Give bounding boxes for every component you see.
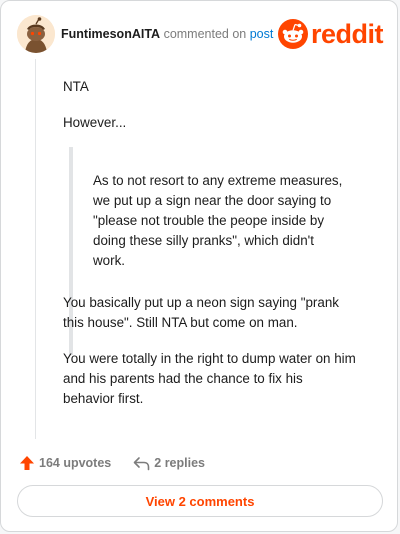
quote-line: we put up a sign near the door saying to — [93, 193, 332, 208]
paragraph-line: and his parents had the chance to fix hi… — [63, 371, 303, 386]
post-link[interactable]: post — [250, 27, 274, 41]
quote-line: doing these silly pranks", which didn't — [93, 233, 314, 248]
comment-actions: 164 upvotes 2 replies — [19, 453, 205, 473]
quote-line: As to not resort to any extreme measures… — [93, 173, 343, 188]
reddit-logo-icon — [277, 19, 308, 49]
reddit-wordmark: reddit — [310, 19, 384, 49]
comment-header: FuntimesonAITA commented on post reddit — [17, 15, 384, 55]
paragraph-line: You basically put up a neon sign saying … — [63, 295, 339, 310]
comment-paragraph-4: You were totally in the right to dump wa… — [63, 349, 388, 409]
comment-paragraph-3: You basically put up a neon sign saying … — [63, 293, 388, 333]
user-avatar[interactable] — [17, 15, 55, 53]
action-text: commented on — [163, 27, 247, 41]
quote-line: "please not trouble the peope inside by — [93, 213, 325, 228]
reply-arrow-icon — [133, 456, 150, 470]
blockquote-text: As to not resort to any extreme measures… — [93, 171, 383, 271]
thread-line[interactable] — [35, 59, 36, 439]
comment-meta: FuntimesonAITA commented on post — [61, 27, 273, 41]
paragraph-line: behavior first. — [63, 391, 144, 406]
reply-count: 2 replies — [154, 456, 205, 470]
upvote-arrow-icon — [20, 456, 34, 470]
replies-button[interactable]: 2 replies — [133, 456, 205, 471]
upvote-count: 164 upvotes — [39, 456, 112, 470]
snoo-avatar-icon — [17, 15, 55, 53]
quote-line: work. — [93, 253, 125, 268]
paragraph-line: this house". Still NTA but come on man. — [63, 315, 298, 330]
author-name[interactable]: FuntimesonAITA — [61, 27, 160, 41]
comment-paragraph-1: NTA — [63, 79, 89, 94]
comment-paragraph-2: However... — [63, 115, 127, 130]
view-comments-button[interactable]: View 2 comments — [17, 485, 383, 517]
upvote-button[interactable]: 164 upvotes — [19, 455, 111, 471]
reddit-logo[interactable]: reddit — [277, 19, 384, 49]
paragraph-line: You were totally in the right to dump wa… — [63, 351, 356, 366]
comment-card: FuntimesonAITA commented on post reddit … — [0, 0, 398, 532]
